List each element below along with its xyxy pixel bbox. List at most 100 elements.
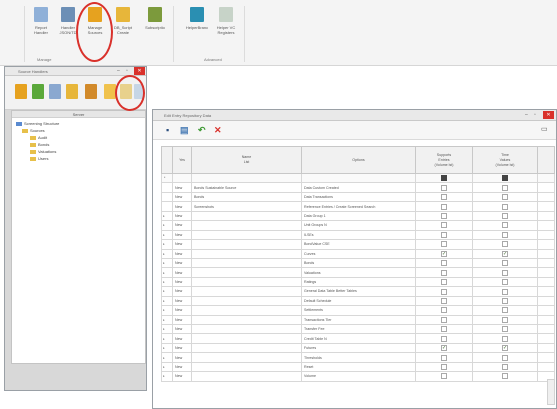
cell-name[interactable]: Screenshots [191, 201, 302, 212]
cell-options[interactable]: Ratings [301, 276, 416, 288]
cell-checkbox[interactable] [472, 257, 538, 269]
cell-checkbox[interactable] [415, 361, 473, 373]
cell-options[interactable]: Futures [301, 342, 416, 354]
filter-row[interactable]: * [161, 172, 555, 184]
column-header[interactable]: Name List [191, 146, 302, 174]
cell-checkbox[interactable] [415, 305, 473, 316]
checkbox[interactable] [502, 297, 508, 304]
table-row[interactable]: ▸ New Valuations [161, 267, 555, 278]
cell-checkbox[interactable] [472, 229, 538, 241]
checkbox[interactable]: ✓ [441, 250, 447, 257]
filter-cell[interactable] [172, 172, 192, 184]
tree-item[interactable]: Screening Structure [16, 121, 59, 127]
cell-options[interactable]: Settlements [301, 305, 416, 316]
cell-checkbox[interactable] [415, 191, 473, 203]
checkbox[interactable] [502, 354, 508, 361]
table-row[interactable]: New Bonds Sustainable Source Data Custom C… [161, 182, 555, 193]
cell-checkbox[interactable]: ✓ [472, 248, 538, 259]
cell-options[interactable]: Data Custom Created [301, 182, 416, 193]
cell-options[interactable]: Reference Entries / Create Screened Sear… [301, 201, 416, 212]
checkbox[interactable] [441, 203, 447, 210]
cell-id[interactable]: New [172, 295, 192, 307]
checkbox[interactable] [441, 354, 447, 361]
cell-options[interactable]: Unit Groups N [301, 220, 416, 231]
cell-checkbox[interactable] [472, 352, 538, 363]
cell-name[interactable] [191, 239, 302, 250]
minimize-icon[interactable]: ‒ [525, 112, 528, 118]
cell-name[interactable] [191, 248, 302, 259]
row-selector[interactable]: ▸ [161, 276, 173, 288]
delete-icon[interactable]: ✕ [214, 124, 222, 136]
checkbox[interactable] [502, 222, 508, 229]
undo-icon[interactable]: ↶ [198, 124, 206, 136]
cell-checkbox[interactable] [472, 295, 538, 307]
cell-options[interactable]: Credit Table N [301, 333, 416, 344]
cell-name[interactable] [191, 220, 302, 231]
row-selector[interactable]: ▸ [161, 239, 173, 250]
cell-checkbox[interactable] [415, 352, 473, 363]
cell-checkbox[interactable] [472, 201, 538, 212]
column-header[interactable]: Yes [172, 146, 192, 174]
cell-checkbox[interactable] [415, 182, 473, 193]
row-selector[interactable]: ▸ [161, 229, 173, 241]
checkbox[interactable] [441, 213, 447, 220]
table-row[interactable]: ▸ New Bonds [161, 257, 555, 269]
minimize-icon[interactable]: ‒ [117, 68, 120, 74]
cell-id[interactable]: New [172, 342, 192, 354]
checkbox[interactable] [441, 373, 447, 380]
report-handler-button[interactable]: Report Handler [28, 4, 54, 56]
checkbox[interactable] [502, 316, 508, 323]
cell-name[interactable] [191, 276, 302, 288]
row-selector[interactable] [161, 201, 173, 212]
row-selector[interactable]: ▸ [161, 286, 173, 297]
cell-id[interactable]: New [172, 191, 192, 203]
row-selector[interactable]: ▸ [161, 267, 173, 278]
checkbox[interactable] [502, 326, 508, 333]
cell-checkbox[interactable] [472, 333, 538, 344]
tree-item[interactable]: Valuations [30, 149, 56, 155]
checkbox[interactable] [502, 260, 508, 267]
checkbox[interactable]: ✓ [502, 345, 508, 352]
table-row[interactable]: ▸ New Ratings [161, 276, 555, 288]
row-selector[interactable]: ▸ [161, 248, 173, 259]
cell-options[interactable]: Transfer Fee [301, 323, 416, 335]
cell-name[interactable] [191, 210, 302, 222]
cell-checkbox[interactable] [415, 220, 473, 231]
cell-checkbox[interactable] [472, 210, 538, 222]
cell-options[interactable]: ILSEs [301, 229, 416, 241]
cell-name[interactable] [191, 229, 302, 241]
cell-id[interactable]: New [172, 286, 192, 297]
checkbox[interactable] [502, 203, 508, 210]
cell-checkbox[interactable]: ✓ [472, 342, 538, 354]
tree-item[interactable]: Audit [30, 135, 47, 141]
checkbox[interactable] [441, 364, 447, 371]
checkbox[interactable] [441, 297, 447, 304]
checkbox[interactable] [441, 231, 447, 238]
checkbox[interactable]: ✓ [441, 345, 447, 352]
cell-checkbox[interactable] [472, 267, 538, 278]
table-row[interactable]: ▸ New BondValue CSE [161, 239, 555, 250]
grid-icon[interactable] [134, 84, 143, 99]
tree-item[interactable]: Bonds [30, 142, 49, 148]
table-row[interactable]: ▸ New Reset [161, 361, 555, 373]
row-selector[interactable]: ▸ [161, 333, 173, 344]
column-header[interactable]: Time Values (Volume lst) [472, 146, 538, 174]
cell-checkbox[interactable] [472, 361, 538, 373]
edit-data-icon[interactable] [104, 84, 116, 99]
checkbox[interactable] [502, 279, 508, 286]
checkbox[interactable] [441, 326, 447, 333]
table-row[interactable]: ▸ New Transfer Fee [161, 323, 555, 335]
cell-options[interactable]: Data Transactions [301, 191, 416, 203]
cell-checkbox[interactable] [472, 323, 538, 335]
checkbox[interactable] [441, 184, 447, 191]
row-selector[interactable]: ▸ [161, 210, 173, 222]
checkbox[interactable] [502, 175, 508, 182]
collapse-icon[interactable]: ▭ [541, 124, 548, 136]
cell-id[interactable]: New [172, 201, 192, 212]
refresh-icon[interactable] [32, 84, 44, 99]
cell-options[interactable]: Volume [301, 371, 416, 382]
edit-icon[interactable] [49, 84, 61, 99]
checkbox[interactable] [441, 288, 447, 295]
row-selector[interactable]: ▸ [161, 371, 173, 382]
cell-name[interactable] [191, 305, 302, 316]
